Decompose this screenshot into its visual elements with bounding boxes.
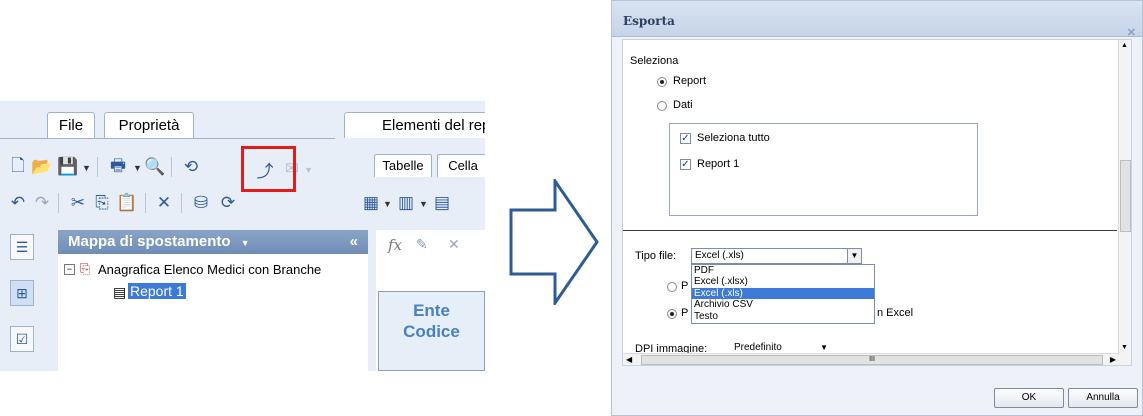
chevron-down-icon[interactable]: ▼	[847, 249, 861, 263]
vertical-scrollbar[interactable]: ▲ ▼	[1118, 40, 1131, 365]
dialog-title-bar: Esporta ✕	[612, 1, 1142, 39]
arrow-outline	[509, 179, 599, 305]
report-page-icon: ▤	[113, 284, 127, 300]
save-icon[interactable]: 💾	[57, 157, 78, 177]
toolbar-separator	[171, 157, 172, 177]
checkbox-select-all-label: Seleziona tutto	[697, 132, 770, 144]
tab-properties[interactable]: Proprietà	[104, 112, 194, 139]
ok-button[interactable]: OK	[994, 388, 1064, 408]
cut-icon[interactable]: ✂	[68, 193, 88, 213]
radio-data[interactable]	[657, 101, 667, 111]
hscroll-thumb[interactable]: III	[641, 355, 1103, 365]
radio-export-option-1[interactable]	[667, 282, 677, 292]
file-type-select[interactable]: Excel (.xls) ▼	[691, 248, 862, 264]
file-type-option-text[interactable]: Testo	[692, 311, 874, 322]
formula-editor-icon[interactable]: ✎	[416, 236, 428, 253]
tab-tables[interactable]: Tabelle	[374, 154, 432, 177]
toolbar-separator	[145, 193, 146, 213]
select-heading: Seleziona	[630, 55, 679, 67]
tab-report-elements[interactable]: Elementi del rep	[344, 112, 485, 138]
crosstab-icon[interactable]: ▤	[432, 193, 452, 213]
print-icon[interactable]: 🖶	[108, 156, 128, 177]
delete-icon[interactable]: ✕	[154, 193, 174, 213]
formula-fx-icon[interactable]: fx	[388, 236, 402, 254]
open-folder-icon[interactable]: 📂	[31, 157, 52, 177]
save-dropdown-icon[interactable]: ▼	[82, 163, 91, 173]
file-type-dropdown-list: PDF Excel (.xlsx) Excel (.xls) Archivio …	[691, 264, 875, 324]
copy-icon[interactable]: ⎘	[92, 193, 112, 213]
radio-export-option-1-label: P	[681, 280, 689, 292]
file-type-value: Excel (.xls)	[695, 250, 744, 261]
table-dropdown-icon[interactable]: ▼	[383, 199, 392, 209]
data-provider-icon[interactable]: ⛁	[191, 193, 211, 213]
scroll-down-icon[interactable]: ▼	[1121, 344, 1128, 351]
navigation-map-tree: − ⎘ Anagrafica Elenco Medici con Branche…	[58, 254, 368, 371]
checkbox-report-1-label: Report 1	[697, 158, 740, 170]
tab-file[interactable]: File	[47, 112, 95, 139]
refresh-icon[interactable]: ⟳	[218, 193, 238, 213]
scroll-right-icon[interactable]: ▶	[1110, 355, 1116, 364]
undo-icon[interactable]: ↶	[8, 193, 28, 213]
header-cell-ente-codice[interactable]: Ente Codice	[378, 291, 485, 371]
left-side-rail: ☰ ⊞ ☑	[0, 230, 46, 371]
dialog-title: Esporta	[623, 14, 675, 28]
send-dropdown-icon: ▼	[304, 165, 313, 175]
radio-export-option-2-label-tail: n Excel	[877, 307, 914, 319]
redo-icon: ↷	[34, 193, 50, 212]
cancel-button[interactable]: Annulla	[1068, 388, 1138, 408]
navigation-map-header: Mappa di spostamento ▼ «	[58, 230, 368, 254]
input-controls-icon[interactable]: ☑	[10, 326, 34, 352]
toolbar-separator	[97, 157, 98, 177]
dialog-content: Seleziona Report Dati ✓ Seleziona tutto …	[622, 39, 1132, 366]
file-type-option-csv[interactable]: Archivio CSV	[692, 299, 874, 310]
new-document-icon[interactable]: 🗋	[8, 156, 28, 177]
vertical-table-dropdown-icon[interactable]: ▼	[419, 199, 428, 209]
print-dropdown-icon[interactable]: ▼	[133, 163, 142, 173]
horizontal-scrollbar[interactable]: ◀ III ▶	[623, 353, 1119, 365]
export-highlight-box	[241, 146, 296, 192]
vertical-table-icon[interactable]: ▥	[396, 193, 416, 213]
tab-cell[interactable]: Cella	[437, 154, 485, 177]
toolbar-separator	[181, 193, 182, 213]
find-icon[interactable]: 🔍	[144, 157, 165, 177]
radio-export-option-2-label: P	[681, 307, 689, 319]
document-summary-icon[interactable]: ☰	[10, 234, 34, 260]
table-icon[interactable]: ▦	[361, 193, 381, 213]
dpi-value: Predefinito	[734, 342, 782, 353]
scroll-left-icon[interactable]: ◀	[626, 355, 632, 364]
tree-child-report-1[interactable]: Report 1	[128, 283, 186, 299]
tabstrip-line	[0, 138, 335, 139]
radio-report[interactable]	[657, 77, 667, 87]
radio-report-label: Report	[673, 75, 707, 87]
formula-cancel-icon[interactable]: ✕	[448, 236, 460, 253]
radio-export-option-2[interactable]	[667, 309, 677, 319]
navigation-map-icon[interactable]: ⊞	[10, 280, 34, 306]
right-arrow-shape	[509, 179, 599, 305]
file-type-option-xlsx[interactable]: Excel (.xlsx)	[692, 276, 874, 287]
scroll-up-icon[interactable]: ▲	[1121, 42, 1128, 49]
section-divider	[623, 230, 1117, 231]
tree-root-label[interactable]: Anagrafica Elenco Medici con Branche	[98, 262, 321, 277]
paste-icon[interactable]: 📋	[116, 193, 137, 213]
scrollbar-thumb[interactable]	[1120, 160, 1131, 232]
document-icon: ⎘	[80, 261, 91, 276]
navigation-map-title: Mappa di spostamento	[68, 233, 231, 250]
track-changes-icon[interactable]: ⟲	[181, 157, 201, 177]
tree-collapse-icon[interactable]: −	[64, 264, 75, 275]
nav-menu-caret-icon[interactable]: ▼	[241, 238, 250, 248]
export-dialog: Esporta ✕ Seleziona Report Dati ✓ Selezi…	[611, 0, 1143, 416]
collapse-panel-icon[interactable]: «	[350, 230, 358, 254]
toolbar-separator	[58, 193, 59, 213]
file-type-option-pdf[interactable]: PDF	[692, 265, 874, 276]
checkbox-report-1[interactable]: ✓	[680, 159, 691, 170]
report-selection-list: ✓ Seleziona tutto ✓ Report 1	[669, 123, 978, 216]
radio-data-label: Dati	[673, 99, 693, 111]
file-type-label: Tipo file:	[635, 250, 677, 262]
checkbox-select-all[interactable]: ✓	[680, 133, 691, 144]
file-type-option-xls[interactable]: Excel (.xls)	[692, 287, 874, 300]
